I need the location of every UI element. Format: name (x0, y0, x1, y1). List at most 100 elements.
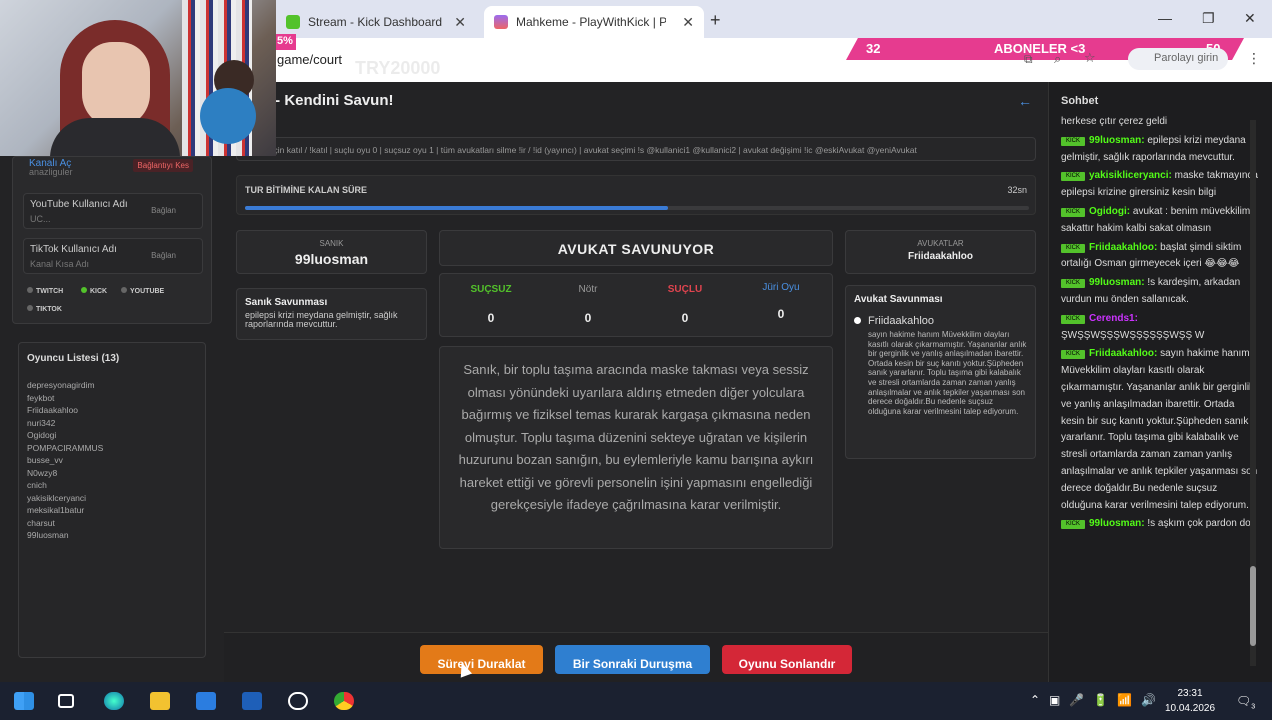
chat-message: KICK Friidaakahloo: sayın hakime hanım Mü… (1061, 346, 1259, 514)
player-item: meksikal1batur (27, 505, 85, 515)
chat-message: KICK 99luosman: epilepsi krizi meydana ge… (1061, 133, 1259, 167)
back-arrow-icon[interactable]: ← (1018, 93, 1032, 109)
edge-icon[interactable] (104, 692, 124, 710)
password-button[interactable]: Parolayı girin (1128, 48, 1228, 70)
menu-dots-icon[interactable]: ⋮ (1247, 50, 1261, 67)
kick-badge-icon: KICK (1061, 279, 1085, 289)
chat-username[interactable]: Friidaakahloo: (1089, 242, 1157, 253)
next-hearing-button[interactable]: Bir Sonraki Duruşma (555, 645, 710, 674)
player-item: Friidaakahloo (27, 405, 79, 415)
tab-mahkeme[interactable]: Mahkeme - PlayWithKick | PlayWithKick ✕ (484, 6, 704, 38)
lawyers-name: Friidaakahloo (907, 251, 973, 262)
chat-text: !s kardeşim, arkadan vurdun mu önden sal… (1061, 277, 1241, 305)
store-icon[interactable] (196, 692, 216, 710)
defendant-defense-title: Sanık Savunması (245, 297, 328, 308)
court-status: AVUKAT SAVUNUYOR (439, 230, 833, 266)
command-help-bar: s için katıl / !katıl | suçlu oyu 0 | su… (236, 137, 1036, 161)
close-window-icon[interactable]: ✕ (1244, 10, 1256, 27)
task-view-icon[interactable] (58, 694, 74, 708)
maximize-icon[interactable]: ❐ (1202, 10, 1215, 27)
lawyer-defense-card: Avukat Savunması Friidaakahloo sayın hak… (845, 285, 1036, 459)
chat-text: sayın hakime hanım Müvekkilim olayları k… (1061, 348, 1258, 511)
player-item: 99luosman (27, 530, 69, 540)
chrome-icon[interactable] (334, 692, 354, 710)
defendant-card: SANIK 99luosman (236, 230, 427, 274)
kick-badge-icon: KICK (1061, 207, 1085, 217)
new-tab-icon[interactable]: + (710, 10, 721, 31)
close-tab-icon[interactable]: ✕ (454, 14, 466, 31)
banner-text: ABONELER <3 (994, 41, 1086, 56)
chat-text: !s aşkım çok pardon don (1147, 518, 1257, 530)
chat-username[interactable]: 99luosman: (1089, 135, 1145, 146)
chat-message: KICK Friidaakahloo: başlat şimdi siktim o… (1061, 240, 1259, 274)
platform-youtube: YOUTUBE (121, 287, 164, 295)
chat-message: KICK 99luosman: !s kardeşim, arkadan vurd… (1061, 275, 1259, 309)
tiktok-sub: Kanal Kısa Adı (30, 259, 90, 269)
chat-username[interactable]: Friidaakahloo: (1089, 348, 1157, 359)
translate-icon[interactable]: ⧉ (1024, 52, 1033, 67)
vote-panel: SUÇSUZ 0 Nötr 0 SUÇLU 0 Jüri Oyu 0 (439, 273, 833, 337)
player-list-panel: Oyuncu Listesi (13) depresyonagirdim feyk… (18, 342, 206, 658)
chat-panel: Sohbet herkese çıtır çerez geldi KICK 99lu… (1048, 82, 1272, 682)
player-item: POMPACIRAMMUS (27, 442, 104, 453)
chat-title: Sohbet (1061, 95, 1099, 107)
obs-icon[interactable] (288, 692, 308, 710)
player-item: yakisiklceryanci (27, 492, 87, 503)
kick-badge-icon: KICK (1061, 243, 1085, 253)
chat-username[interactable]: yakisikliceryanci: (1089, 170, 1172, 181)
webcam-overlay (0, 0, 276, 156)
overlay-percent: 5% (276, 34, 296, 50)
clock[interactable]: 23:31 10.04.2026 (1160, 686, 1220, 716)
timer-value: 32sn (1007, 185, 1027, 195)
file-explorer-icon[interactable] (150, 692, 170, 710)
lawyer-defense-title: Avukat Savunması (854, 294, 943, 305)
youtube-label: YouTube Kullanıcı Adı (30, 199, 128, 210)
chat-text: herkese çıtır çerez geldi (1061, 116, 1168, 127)
kick-badge-icon: KICK (1061, 172, 1085, 182)
chat-message: KICK 99luosman: !s aşkım çok pardon don (1061, 516, 1259, 533)
disconnect-button[interactable]: Bağlantıyı Kes (133, 159, 193, 172)
vote-not-guilty: SUÇSUZ 0 (470, 284, 512, 325)
player-item: busse_vv (27, 455, 63, 465)
close-tab-icon[interactable]: ✕ (682, 14, 694, 31)
url-field[interactable]: game/court (277, 52, 342, 67)
tiktok-connect-button[interactable]: Bağlan (151, 251, 176, 260)
timer-progress-track (245, 206, 1029, 210)
tab-title: Stream - Kick Dashboard (308, 15, 443, 29)
clock-date: 10.04.2026 (1164, 703, 1216, 714)
tiktok-label: TikTok Kullanıcı Adı (30, 244, 117, 255)
banner-left-count: 32 (866, 41, 881, 56)
zoom-icon[interactable]: ⌕ (1054, 51, 1061, 67)
watermark: TRY20000 (355, 58, 441, 78)
scrollbar-thumb[interactable] (1250, 566, 1256, 646)
case-description: Sanık, bir toplu taşıma aracında maske t… (439, 346, 833, 549)
kick-favicon-icon (286, 15, 300, 29)
chat-username[interactable]: 99luosman: (1089, 277, 1145, 288)
kick-badge-icon: KICK (1061, 520, 1085, 530)
defendant-defense-card: Sanık Savunması epilepsi krizi meydana g… (236, 288, 427, 340)
platform-twitch: TWITCH (27, 287, 63, 295)
vote-guilty: SUÇLU 0 (667, 284, 703, 325)
tab-kick-dashboard[interactable]: Stream - Kick Dashboard ✕ (276, 6, 476, 38)
notification-icon[interactable]: 🗨3 (1236, 694, 1255, 710)
player-list: depresyonagirdim feykbot Friidaakahloo nuri… (27, 379, 103, 542)
outlook-icon[interactable] (242, 692, 262, 710)
defendant-name: 99luosman (294, 251, 369, 267)
minimize-icon[interactable]: — (1158, 10, 1172, 26)
chat-username[interactable]: 99luosman: (1089, 518, 1145, 529)
windows-start-icon[interactable] (14, 692, 34, 710)
system-tray[interactable]: ⌃▣🎤🔋📶🔊 (1030, 693, 1165, 707)
end-game-button[interactable]: Oyunu Sonlandır (722, 645, 852, 674)
chat-username[interactable]: Ogidogi: (1089, 206, 1130, 217)
chat-username[interactable]: Cerends1: (1089, 313, 1138, 324)
chat-scrollbar[interactable] (1250, 120, 1256, 666)
lawyers-card: AVUKATLAR Friidaakahloo (845, 230, 1036, 274)
youtube-connect-button[interactable]: Bağlan (151, 206, 176, 215)
bookmark-star-icon[interactable]: ☆ (1084, 50, 1096, 66)
player-item: feykbot (27, 392, 55, 403)
defendant-defense-text: epilepsi krizi meydana gelmiştir, sağlık… (245, 310, 398, 329)
lawyer-defense-name: Friidaakahloo (854, 315, 1027, 327)
pause-timer-button[interactable]: Süreyi Duraklat (420, 645, 543, 674)
player-item: charsut (27, 517, 55, 528)
platform-tiktok: TIKTOK (27, 305, 62, 313)
